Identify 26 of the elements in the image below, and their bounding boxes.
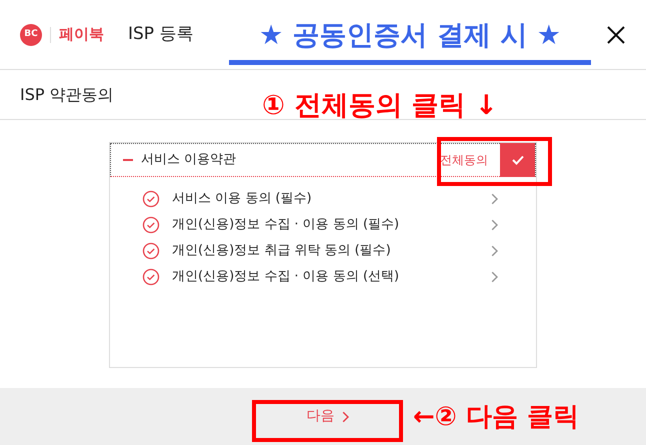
terms-title: 서비스 이용약관 xyxy=(141,151,236,170)
terms-item-label: 개인(신용)정보 취급 위탁 동의 (필수) xyxy=(172,242,391,260)
logo-mark: BC xyxy=(20,24,42,46)
chevron-right-icon xyxy=(490,219,498,231)
step-annotation: ① 전체동의 클릭 ↓ xyxy=(262,89,498,123)
banner-annotation: ★ 공동인증서 결제 시 ★ xyxy=(229,16,591,64)
terms-item-label: 개인(신용)정보 수집 · 이용 동의 (필수) xyxy=(172,216,400,234)
terms-item[interactable]: 개인(신용)정보 수집 · 이용 동의 (선택) xyxy=(110,264,536,290)
agree-all-label: 전체동의 xyxy=(440,152,488,169)
chevron-right-icon xyxy=(490,271,498,283)
close-icon[interactable] xyxy=(606,24,626,44)
terms-item-label: 서비스 이용 동의 (필수) xyxy=(172,190,312,208)
check-icon xyxy=(512,155,524,165)
terms-header[interactable]: 서비스 이용약관 전체동의 xyxy=(110,143,536,177)
agree-all-checkbox[interactable] xyxy=(500,143,535,177)
chevron-right-icon xyxy=(490,193,498,205)
terms-item[interactable]: 개인(신용)정보 수집 · 이용 동의 (필수) xyxy=(110,212,536,238)
section-title: ISP 약관동의 xyxy=(20,84,114,106)
terms-item[interactable]: 개인(신용)정보 취급 위탁 동의 (필수) xyxy=(110,238,536,264)
chevron-right-icon xyxy=(490,245,498,257)
terms-item-label: 개인(신용)정보 수집 · 이용 동의 (선택) xyxy=(172,268,400,286)
logo-text: 페이북 xyxy=(59,24,104,46)
window-title: ISP 등록 xyxy=(128,22,194,46)
chevron-right-icon xyxy=(342,410,350,422)
step-annotation: ←② 다음 클릭 xyxy=(413,401,579,434)
terms-item[interactable]: 서비스 이용 동의 (필수) xyxy=(110,186,536,212)
